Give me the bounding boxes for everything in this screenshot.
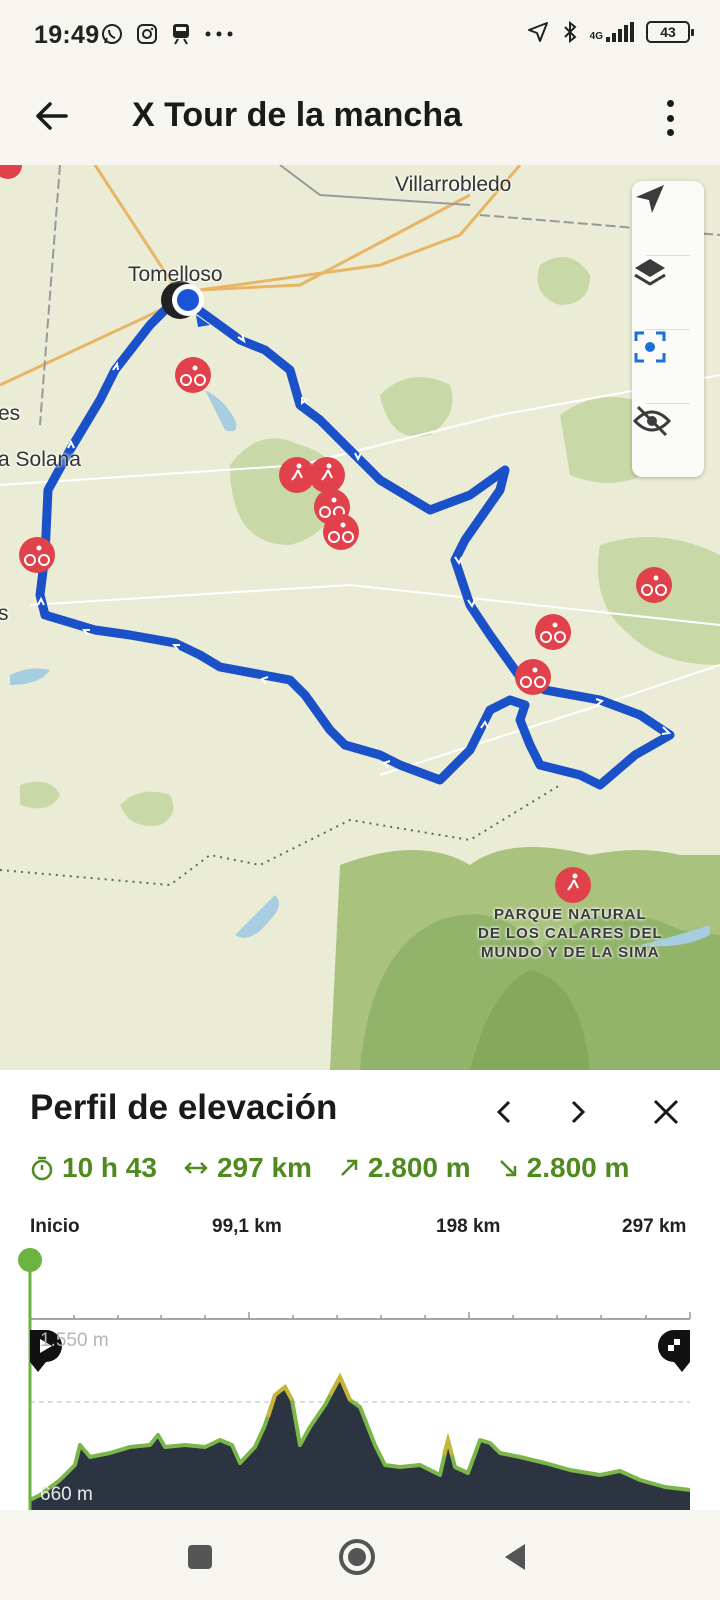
route-map[interactable]: Villarrobledo Tomelloso a Solana es s PA…	[0, 165, 720, 1070]
train-icon	[173, 24, 189, 45]
poi-hiking-icon[interactable]	[555, 867, 591, 903]
notification-icons	[100, 22, 234, 46]
map-label-tomelloso: Tomelloso	[128, 263, 223, 286]
app-screen: 19:49 4G 43 X Tour de la mancha Villarro…	[0, 0, 720, 1600]
close-button[interactable]	[646, 1092, 686, 1132]
page-title: X Tour de la mancha	[132, 96, 463, 134]
back-triangle-icon	[505, 1544, 525, 1570]
map-label-edge-es: es	[0, 402, 21, 425]
close-icon	[653, 1099, 679, 1125]
more-options-button[interactable]	[660, 96, 680, 140]
status-time: 19:49	[34, 21, 100, 49]
status-bar: 19:49 4G 43	[0, 0, 720, 72]
battery-icon: 43	[646, 21, 694, 43]
map-label-villarrobledo: Villarrobledo	[395, 173, 512, 196]
poi-hiking-icon[interactable]	[309, 457, 345, 493]
stat-distance-value: 297 km	[216, 1152, 312, 1183]
stat-duration: 10 h 43	[30, 1152, 157, 1184]
elevation-min-label: 660 m	[40, 1484, 93, 1505]
network-type: 4G	[589, 31, 603, 42]
elevation-sheet: Perfil de elevación 10 h 43 297 km 2.800…	[0, 1070, 720, 1510]
stopwatch-icon	[31, 1156, 53, 1181]
route-direction-arrows	[37, 333, 672, 769]
home-button[interactable]	[332, 1532, 382, 1582]
bluetooth-icon	[563, 20, 577, 44]
next-button[interactable]	[558, 1092, 598, 1132]
poi-bike-icon[interactable]	[19, 537, 55, 573]
chevron-left-icon	[496, 1100, 511, 1124]
axis-label-km3: 297 km	[622, 1216, 687, 1237]
location-arrow-icon	[527, 22, 548, 42]
signal-icon: 4G	[590, 22, 634, 42]
back-button[interactable]	[30, 94, 74, 138]
arrow-left-icon	[36, 102, 68, 130]
layers-button[interactable]	[632, 255, 704, 329]
poi-bike-icon[interactable]	[535, 614, 571, 650]
poi-partial-icon[interactable]	[0, 165, 22, 179]
stat-descent: 2.800 m	[497, 1152, 630, 1184]
system-nav-bar	[0, 1510, 720, 1600]
start-location-marker[interactable]	[161, 281, 210, 327]
visibility-off-icon	[632, 405, 672, 437]
poi-bike-icon[interactable]	[636, 567, 672, 603]
distance-axis: Inicio 99,1 km 198 km 297 km	[0, 1216, 720, 1260]
more-notifications-icon	[205, 31, 233, 37]
elevation-area	[30, 1377, 690, 1510]
layers-icon	[634, 259, 666, 286]
map-controls	[632, 181, 704, 477]
more-vertical-icon	[666, 100, 674, 107]
axis-label-km2: 198 km	[436, 1216, 501, 1237]
route-stats: 10 h 43 297 km 2.800 m 2.800 m	[30, 1148, 655, 1188]
recenter-button[interactable]	[632, 329, 704, 403]
map-label-edge-s: s	[0, 602, 9, 625]
forest-areas	[20, 257, 720, 826]
poi-bike-icon[interactable]	[323, 514, 359, 550]
stat-distance: 297 km	[183, 1152, 312, 1184]
descent-arrow-icon	[499, 1160, 516, 1177]
recenter-icon	[634, 331, 666, 363]
hide-route-button[interactable]	[632, 403, 704, 477]
poi-bike-icon[interactable]	[515, 659, 551, 695]
home-circle-icon	[339, 1539, 375, 1575]
finish-flag-icon	[658, 1330, 690, 1372]
elevation-title: Perfil de elevación	[30, 1088, 338, 1127]
recents-button[interactable]	[175, 1532, 225, 1582]
stat-descent-value: 2.800 m	[526, 1152, 630, 1183]
navigate-button[interactable]	[632, 181, 704, 255]
distance-arrows-icon	[184, 1162, 208, 1174]
stat-duration-value: 10 h 43	[62, 1152, 157, 1183]
stat-ascent-value: 2.800 m	[367, 1152, 471, 1183]
system-back-button[interactable]	[490, 1532, 540, 1582]
ascent-arrow-icon	[341, 1159, 358, 1176]
elevation-max-label: 1.550 m	[40, 1330, 109, 1351]
instagram-icon	[137, 24, 157, 44]
previous-button[interactable]	[484, 1092, 524, 1132]
recents-square-icon	[188, 1545, 212, 1569]
stat-ascent: 2.800 m	[338, 1152, 471, 1184]
whatsapp-icon	[102, 24, 122, 44]
navigate-arrow-icon	[636, 185, 664, 213]
poi-bike-icon[interactable]	[175, 357, 211, 393]
app-bar: X Tour de la mancha	[0, 72, 720, 165]
axis-label-start: Inicio	[30, 1216, 80, 1237]
system-icons: 4G 43	[526, 20, 694, 44]
map-label-la-solana: a Solana	[0, 448, 81, 471]
map-label-park: PARQUE NATURAL DE LOS CALARES DEL MUNDO …	[478, 906, 663, 961]
axis-label-km1: 99,1 km	[212, 1216, 282, 1237]
chevron-right-icon	[571, 1100, 586, 1124]
